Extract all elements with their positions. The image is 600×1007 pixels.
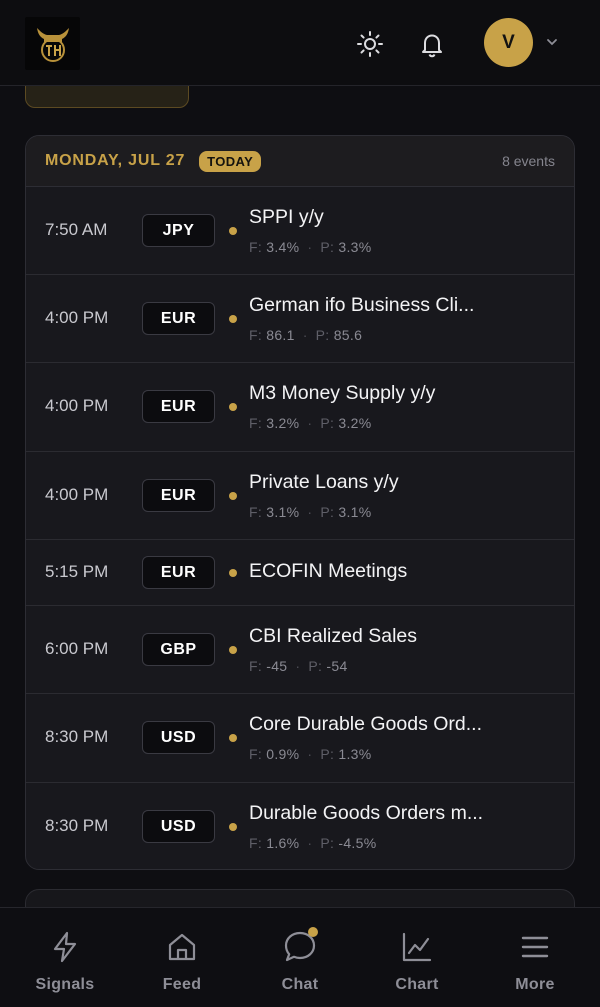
impact-dot [229, 403, 237, 411]
day-title: MONDAY, JUL 27 [45, 152, 186, 169]
event-forecast-previous: F: 86.1 · P: 85.6 [249, 327, 363, 343]
event-time: 8:30 PM [45, 816, 109, 835]
user-avatar[interactable]: V [484, 18, 533, 67]
event-row[interactable]: 8:30 PM USD Core Durable Goods Ord... F:… [26, 694, 574, 783]
event-time: 7:50 AM [45, 220, 108, 239]
impact-dot [229, 315, 237, 323]
nav-label: Chat [281, 976, 319, 993]
currency-badge: USD [142, 810, 215, 843]
event-title: Durable Goods Orders m... [249, 802, 484, 824]
event-title: SPPI y/y [249, 206, 324, 228]
events-count: 8 events [502, 153, 555, 169]
event-forecast-previous: F: 1.6% · P: -4.5% [249, 835, 377, 851]
nav-feed[interactable]: Feed [122, 908, 242, 1007]
menu-icon [515, 927, 555, 967]
day-events-card: MONDAY, JUL 27 TODAY 8 events 7:50 AM JP… [25, 135, 575, 870]
bottom-nav: Signals Feed Chat Chart More [0, 907, 600, 1007]
app-header: V [0, 0, 600, 86]
today-badge: TODAY [199, 150, 262, 172]
event-time: 4:00 PM [45, 485, 109, 504]
event-row[interactable]: 4:00 PM EUR M3 Money Supply y/y F: 3.2% ·… [26, 363, 574, 452]
lightning-icon [45, 927, 85, 967]
line-chart-icon [397, 927, 437, 967]
app-root: All Currencies AUD CAD CHF CNY [0, 0, 600, 1007]
nav-label: Signals [35, 976, 95, 993]
event-forecast-previous: F: 3.4% · P: 3.3% [249, 239, 372, 255]
impact-dot [229, 646, 237, 654]
event-title: ECOFIN Meetings [249, 560, 408, 582]
logo-emblem-icon [36, 27, 69, 62]
event-row[interactable]: 4:00 PM EUR Private Loans y/y F: 3.1% · P:… [26, 452, 574, 540]
impact-dot [229, 734, 237, 742]
nav-label: Chart [395, 976, 439, 993]
event-time: 4:00 PM [45, 396, 109, 415]
nav-label: More [515, 976, 555, 993]
bull-emblem-logo[interactable] [25, 17, 80, 70]
event-title: Private Loans y/y [249, 471, 399, 493]
event-time: 8:30 PM [45, 727, 109, 746]
chat-bubble-icon [280, 927, 320, 967]
currency-badge: GBP [142, 633, 215, 666]
event-time: 6:00 PM [45, 639, 109, 658]
event-row[interactable]: 8:30 PM USD Durable Goods Orders m... F:… [26, 783, 574, 869]
event-title: M3 Money Supply y/y [249, 382, 436, 404]
event-forecast-previous: F: 3.1% · P: 3.1% [249, 504, 372, 520]
event-forecast-previous: F: 3.2% · P: 3.2% [249, 415, 372, 431]
event-forecast-previous: F: 0.9% · P: 1.3% [249, 746, 372, 762]
nav-signals[interactable]: Signals [5, 908, 125, 1007]
event-forecast-previous: F: -45 · P: -54 [249, 658, 348, 674]
impact-dot [229, 823, 237, 831]
nav-chat[interactable]: Chat [240, 908, 360, 1007]
event-row[interactable]: 5:15 PM EUR ECOFIN Meetings [26, 540, 574, 606]
currency-badge: EUR [142, 479, 215, 512]
impact-dot [229, 227, 237, 235]
nav-label: Feed [162, 976, 202, 993]
event-row[interactable]: 7:50 AM JPY SPPI y/y F: 3.4% · P: 3.3% [26, 187, 574, 275]
event-row[interactable]: 4:00 PM EUR German ifo Business Cli... F… [26, 275, 574, 363]
day-header: MONDAY, JUL 27 TODAY 8 events [26, 136, 574, 187]
chevron-down-icon[interactable] [545, 35, 559, 54]
event-time: 4:00 PM [45, 308, 109, 327]
currency-badge: EUR [142, 556, 215, 589]
home-icon [162, 927, 202, 967]
currency-badge: USD [142, 721, 215, 754]
impact-dot [229, 492, 237, 500]
event-title: German ifo Business Cli... [249, 294, 475, 316]
currency-badge: JPY [142, 214, 215, 247]
event-title: Core Durable Goods Ord... [249, 713, 483, 735]
notifications-button[interactable] [412, 24, 452, 64]
nav-chart[interactable]: Chart [357, 908, 477, 1007]
bell-icon [422, 34, 442, 58]
currency-badge: EUR [142, 390, 215, 423]
event-title: CBI Realized Sales [249, 625, 417, 647]
nav-more[interactable]: More [475, 908, 595, 1007]
impact-dot [229, 569, 237, 577]
event-time: 5:15 PM [45, 562, 109, 581]
event-row[interactable]: 6:00 PM GBP CBI Realized Sales F: -45 · P:… [26, 606, 574, 694]
notification-dot [308, 927, 318, 937]
currency-badge: EUR [142, 302, 215, 335]
sun-icon [357, 31, 383, 57]
theme-toggle-button[interactable] [350, 24, 390, 64]
